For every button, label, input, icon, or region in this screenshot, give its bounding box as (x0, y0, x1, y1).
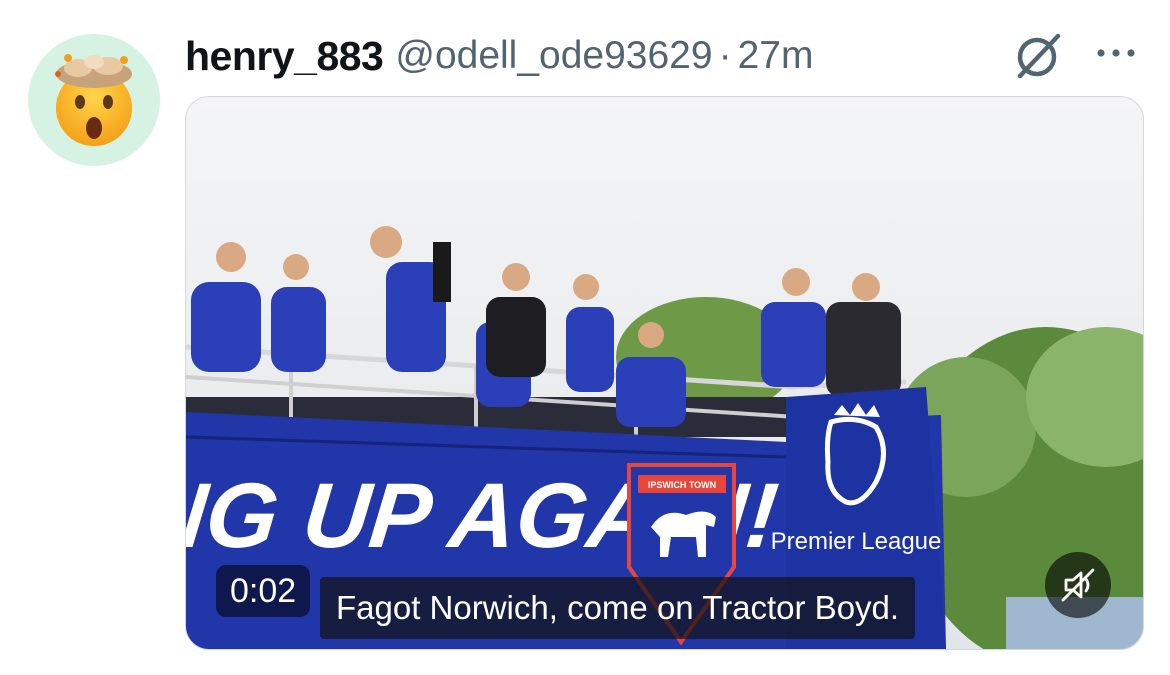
separator-dot: · (718, 34, 732, 77)
display-name[interactable]: henry_883 (185, 33, 384, 80)
crest-text: IPSWICH TOWN (648, 480, 716, 490)
user-handle[interactable]: @odell_ode93629 (395, 34, 712, 78)
mute-button[interactable] (1045, 552, 1111, 618)
sponsor-text: Premier League (771, 528, 942, 555)
video-frame: NG UP AGAIN! IPSWICH TOWN Premier League (186, 97, 1143, 649)
avatar[interactable] (28, 34, 160, 166)
speaker-muted-icon (1061, 568, 1095, 602)
more-dots-icon[interactable] (1094, 38, 1138, 68)
timestamp[interactable]: 27m (738, 34, 814, 78)
tweet-header: henry_883 @odell_ode93629 · 27m (185, 28, 813, 84)
grok-icon[interactable] (1012, 32, 1064, 80)
video-timestamp: 0:02 (216, 565, 311, 617)
video-player[interactable]: NG UP AGAIN! IPSWICH TOWN Premier League… (185, 96, 1144, 650)
exploding-head-emoji-icon (55, 54, 132, 146)
video-caption: Fagot Norwich, come on Tractor Boyd. (320, 577, 916, 639)
